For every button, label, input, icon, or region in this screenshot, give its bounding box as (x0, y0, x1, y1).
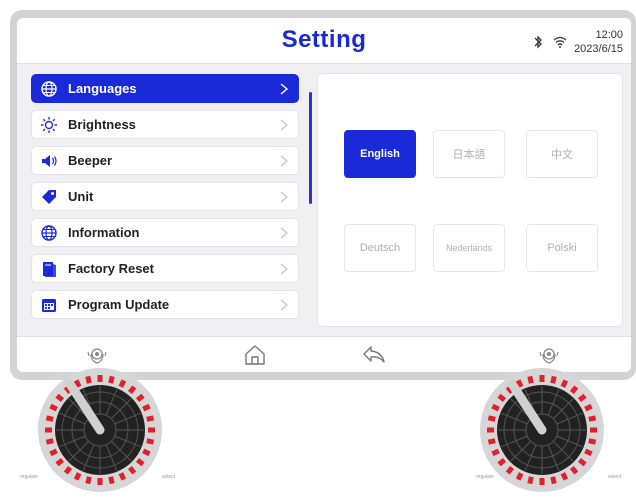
language-option-polski[interactable]: Polski (526, 224, 598, 272)
knob-led-segment (49, 403, 58, 412)
knob-led-segment (491, 403, 500, 412)
menu-scrollbar[interactable] (309, 92, 312, 204)
knob-led-segment (515, 472, 524, 481)
knob-led-segment (85, 476, 92, 485)
menu-item-brightness[interactable]: Brightness (31, 110, 299, 139)
knob-led-segment (127, 465, 137, 475)
language-option-deutsch[interactable]: Deutsch (344, 224, 416, 272)
language-option-chinese[interactable]: 中文 (526, 130, 598, 178)
menu-item-label: Information (68, 225, 140, 240)
knob-led-segment (118, 472, 127, 481)
knob-led-segment (45, 438, 54, 445)
knob-led-segment (55, 457, 65, 467)
knob-led-segment (560, 379, 569, 388)
knob-led-segment (487, 415, 496, 422)
settings-menu: Languages Brightness Beeper Unit Informa… (23, 73, 315, 327)
knob-led-segment (146, 438, 155, 445)
knob-led-segment (135, 393, 145, 403)
knob-led-segment (497, 457, 507, 467)
knob-led-segment (584, 448, 593, 457)
knob-caption: select (162, 474, 176, 480)
tag-icon (40, 188, 58, 206)
screen: Setting 12:00 2023/6/15 Languages Bright… (17, 18, 631, 372)
knob-led-segment (73, 472, 82, 481)
knob-led-segment (569, 385, 579, 395)
knob-led-segment (515, 379, 524, 388)
knob-led-segment (108, 375, 115, 384)
knob-led-segment (55, 393, 65, 403)
language-option-japanese[interactable]: 日本語 (433, 130, 505, 178)
language-option-nederlands[interactable]: Nederlands (433, 224, 505, 272)
book-icon (40, 260, 58, 278)
knob-led-segment (569, 465, 579, 475)
knob-led-segment (118, 379, 127, 388)
language-option-english[interactable]: English (344, 130, 416, 178)
menu-item-languages[interactable]: Languages (31, 74, 299, 103)
menu-item-program-update[interactable]: Program Update (31, 290, 299, 319)
menu-item-beeper[interactable]: Beeper (31, 146, 299, 175)
menu-item-label: Factory Reset (68, 261, 154, 276)
chevron-right-icon (278, 226, 290, 240)
knob-led-segment (527, 476, 534, 485)
header-bar: Setting 12:00 2023/6/15 (17, 18, 631, 64)
knob-led-segment (588, 438, 597, 445)
sun-icon (40, 116, 58, 134)
knob-led-segment (487, 438, 496, 445)
status-area: 12:00 2023/6/15 (530, 26, 623, 58)
menu-item-information[interactable]: Information (31, 218, 299, 247)
knob-caption: select (608, 474, 622, 480)
chevron-right-icon (278, 298, 290, 312)
knob-led-segment (135, 457, 145, 467)
knob-led-segment (63, 465, 73, 475)
knob-led-segment (527, 375, 534, 384)
globe-icon (40, 224, 58, 242)
menu-item-label: Brightness (68, 117, 136, 132)
wifi-icon (552, 34, 568, 50)
knob-led-segment (73, 379, 82, 388)
chevron-right-icon (278, 190, 290, 204)
knob-led-segment (146, 415, 155, 422)
menu-item-label: Languages (68, 81, 137, 96)
left-rotary-knob[interactable] (28, 364, 176, 500)
knob-led-segment (505, 465, 515, 475)
knob-led-segment (45, 415, 54, 422)
menu-item-unit[interactable]: Unit (31, 182, 299, 211)
knob-led-segment (142, 448, 151, 457)
knob-led-segment (550, 476, 557, 485)
chevron-right-icon (278, 262, 290, 276)
knob-led-segment (577, 393, 587, 403)
knob-led-segment (108, 476, 115, 485)
knob-led-segment (577, 457, 587, 467)
knob-led-segment (142, 403, 151, 412)
knob-led-segment (49, 448, 58, 457)
knob-led-segment (491, 448, 500, 457)
menu-item-label: Program Update (68, 297, 170, 312)
chevron-right-icon (278, 154, 290, 168)
chevron-right-icon (278, 82, 290, 96)
menu-item-label: Beeper (68, 153, 113, 168)
knob-led-segment (560, 472, 569, 481)
globe-icon (40, 80, 58, 98)
date-text: 2023/6/15 (574, 43, 623, 55)
knob-led-segment (127, 385, 137, 395)
knob-led-segment (497, 393, 507, 403)
knob-led-segment (550, 375, 557, 384)
speaker-icon (40, 152, 58, 170)
datetime: 12:00 2023/6/15 (574, 28, 623, 56)
back-icon[interactable] (360, 341, 388, 369)
bluetooth-icon (530, 34, 546, 50)
time-text: 12:00 (595, 29, 623, 41)
language-panel: English 日本語 中文 Deutsch Nederlands Polski (317, 73, 623, 327)
knob-led-segment (588, 415, 597, 422)
chevron-right-icon (278, 118, 290, 132)
knob-caption: regulate (20, 474, 39, 480)
knob-led-segment (584, 403, 593, 412)
menu-item-label: Unit (68, 189, 94, 204)
knob-led-segment (85, 375, 92, 384)
knob-caption: regulate (476, 474, 495, 480)
calendar-icon (40, 296, 58, 314)
home-icon[interactable] (241, 341, 269, 369)
menu-item-factory-reset[interactable]: Factory Reset (31, 254, 299, 283)
